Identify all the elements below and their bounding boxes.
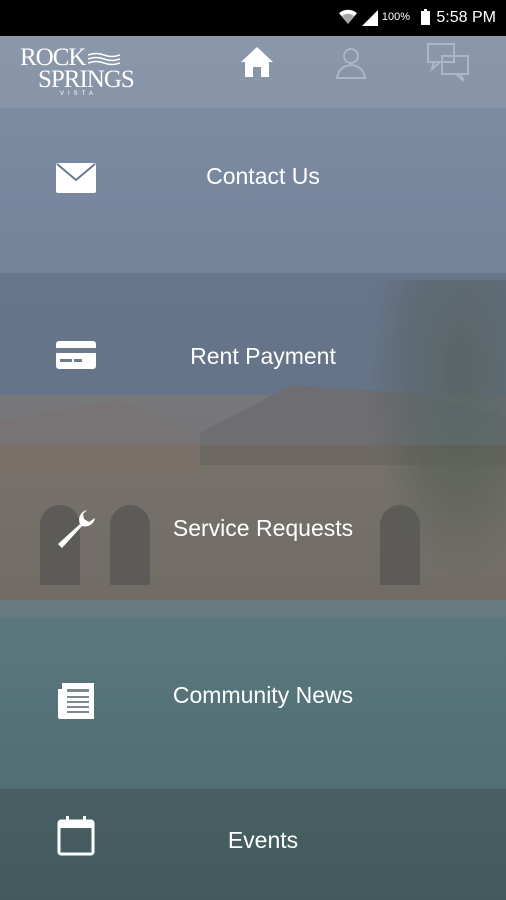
logo-line-3: VISTA <box>60 91 97 97</box>
menu-item-rent-payment[interactable]: Rent Payment <box>0 273 506 445</box>
menu-item-label: Rent Payment <box>190 343 336 369</box>
menu-item-community-news[interactable]: Community News <box>0 617 506 789</box>
menu-item-contact-us[interactable]: Contact Us <box>0 108 506 273</box>
menu-item-label: Service Requests <box>172 515 354 541</box>
menu-item-label: Community News <box>172 682 354 708</box>
signal-icon <box>362 10 378 26</box>
home-icon[interactable] <box>239 44 275 80</box>
menu-item-service-requests[interactable]: Service Requests <box>0 445 506 617</box>
rock-springs-logo[interactable]: ROCK SPRINGS VISTA <box>20 44 135 100</box>
menu-item-events[interactable]: Events <box>0 789 506 900</box>
battery-percent: 100% <box>381 11 410 23</box>
main-menu: Contact Us Rent Payment Service Requests… <box>0 108 506 900</box>
app-header: ROCK SPRINGS VISTA <box>0 36 506 108</box>
status-bar: 100% 5:58 PM <box>0 0 506 36</box>
menu-item-label: Events <box>227 827 299 853</box>
logo-waves-icon <box>88 52 120 66</box>
menu-item-label: Contact Us <box>206 163 320 189</box>
profile-icon[interactable] <box>333 44 369 80</box>
wifi-icon <box>339 9 357 24</box>
logo-line-2: SPRINGS <box>38 66 135 93</box>
chat-icon[interactable] <box>426 40 472 86</box>
clock: 5:58 PM <box>436 9 496 26</box>
battery-icon <box>421 9 430 25</box>
